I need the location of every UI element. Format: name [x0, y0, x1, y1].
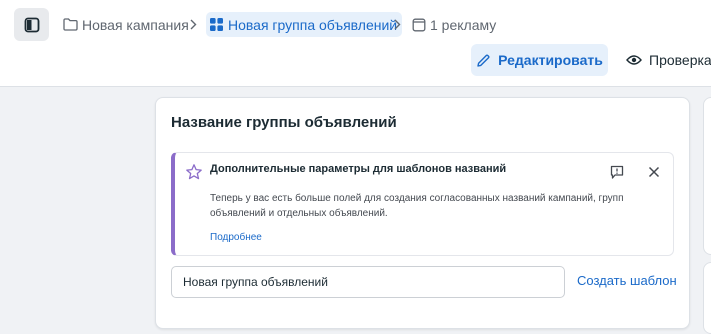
breadcrumb-adset-label: Новая группа объявлений	[228, 16, 398, 33]
adset-name-input[interactable]	[171, 266, 565, 298]
close-icon	[648, 166, 660, 178]
eye-icon	[626, 54, 642, 66]
ad-square-icon	[412, 18, 426, 32]
grid-icon	[209, 17, 224, 32]
review-button-label: Проверка	[649, 52, 711, 68]
side-card	[703, 262, 711, 334]
sidebar-panel-icon	[24, 17, 40, 33]
breadcrumb-campaign-label: Новая кампания	[82, 16, 189, 33]
sidebar-toggle-button[interactable]	[14, 8, 49, 41]
breadcrumb-ad-label: 1 рекламу	[430, 16, 497, 33]
side-card	[703, 97, 711, 255]
breadcrumb-ad[interactable]: 1 рекламу	[412, 12, 496, 37]
feedback-flag-icon	[610, 165, 624, 180]
chevron-right-icon	[188, 16, 198, 33]
edit-button[interactable]: Редактировать	[471, 44, 608, 76]
naming-templates-notice: Дополнительные параметры для шаблонов на…	[171, 152, 674, 256]
pencil-icon	[476, 53, 491, 68]
top-bar: Новая кампания Новая группа объявлений 1…	[0, 0, 711, 87]
notice-title: Дополнительные параметры для шаблонов на…	[210, 163, 507, 175]
card-title: Название группы объявлений	[171, 114, 397, 131]
adset-name-card: Название группы объявлений Дополнительны…	[155, 97, 690, 329]
close-button[interactable]	[645, 163, 663, 181]
star-icon	[185, 163, 203, 181]
breadcrumb-adset[interactable]: Новая группа объявлений	[206, 12, 403, 37]
feedback-button[interactable]	[608, 163, 626, 181]
breadcrumb-campaign[interactable]: Новая кампания	[63, 12, 189, 37]
chevron-right-icon	[392, 16, 402, 33]
create-template-link[interactable]: Создать шаблон	[577, 273, 677, 288]
folder-icon	[63, 18, 78, 31]
learn-more-link[interactable]: Подробнее	[210, 232, 262, 243]
review-button[interactable]: Проверка	[618, 44, 711, 76]
notice-body: Теперь у вас есть больше полей для созда…	[210, 193, 624, 219]
edit-button-label: Редактировать	[498, 52, 603, 68]
